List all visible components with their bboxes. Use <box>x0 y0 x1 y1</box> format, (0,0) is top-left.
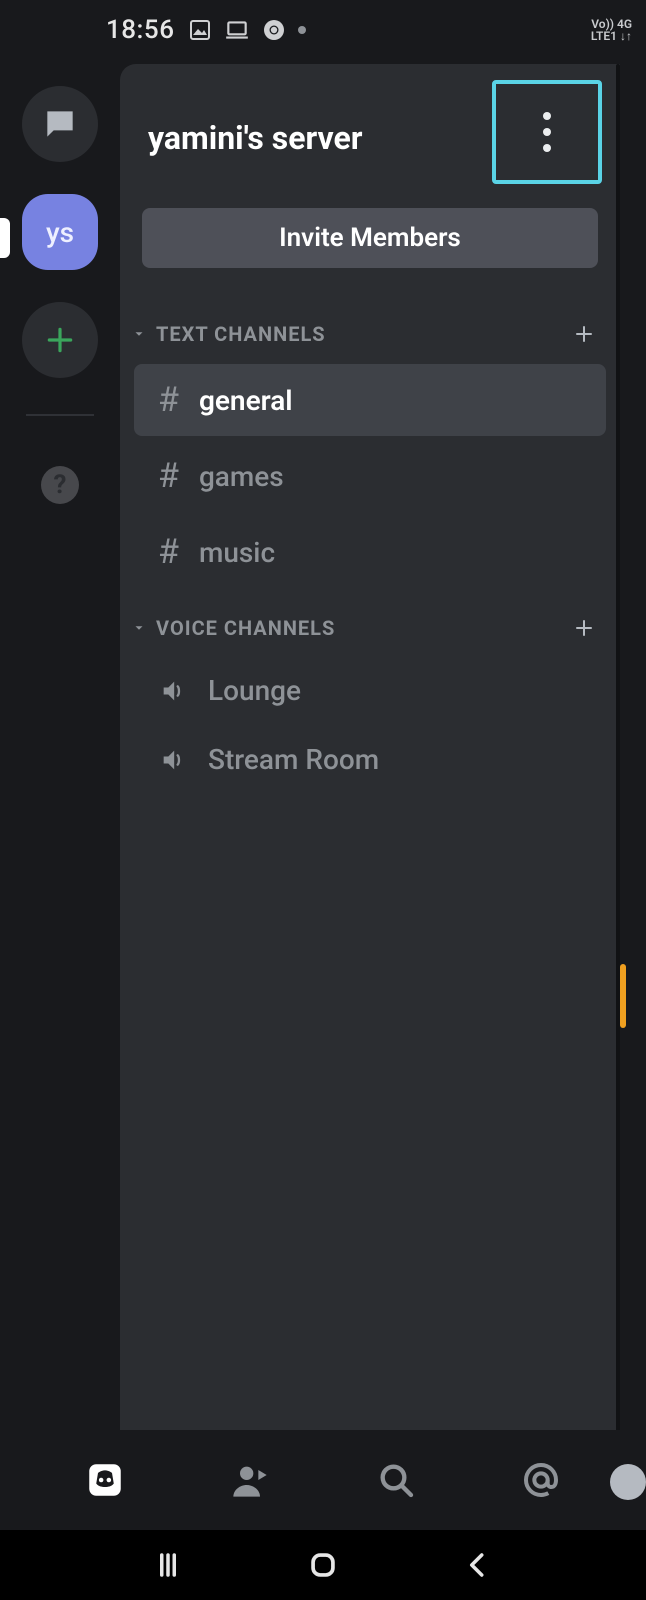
add-text-channel-button[interactable] <box>572 322 596 346</box>
image-icon <box>188 18 212 42</box>
hash-icon: # <box>158 380 179 420</box>
channel-label: music <box>199 536 275 569</box>
tab-mentions[interactable] <box>517 1456 565 1504</box>
kebab-icon <box>543 112 551 152</box>
tab-home[interactable] <box>81 1456 129 1504</box>
server-column: ys ? <box>0 60 120 1430</box>
nav-home-button[interactable] <box>301 1543 345 1587</box>
text-channel-general[interactable]: # general <box>134 364 606 436</box>
server-title: yamini's server <box>148 119 362 157</box>
question-icon: ? <box>54 470 67 500</box>
friends-icon <box>230 1460 270 1500</box>
invite-members-button[interactable]: Invite Members <box>142 208 598 268</box>
text-channels-header-left: TEXT CHANNELS <box>130 322 326 346</box>
channel-label: games <box>199 460 284 493</box>
text-channel-music[interactable]: # music <box>134 516 606 588</box>
nav-recent-button[interactable] <box>146 1543 190 1587</box>
android-status-bar: 18:56 Vo)) 4G LTE1 ↓↑ <box>0 0 646 60</box>
nav-back-button[interactable] <box>456 1543 500 1587</box>
voice-channels-label: VOICE CHANNELS <box>156 616 335 640</box>
chrome-icon <box>262 18 286 42</box>
tab-profile[interactable] <box>610 1464 646 1500</box>
hash-icon: # <box>158 532 179 572</box>
chevron-down-icon <box>130 619 148 637</box>
home-icon <box>306 1548 340 1582</box>
voice-channels-header-left: VOICE CHANNELS <box>130 616 335 640</box>
channel-label: Lounge <box>208 674 301 707</box>
server-selected-indicator <box>0 218 10 258</box>
status-network-bottom: LTE1 ↓↑ <box>591 30 632 42</box>
tab-friends[interactable] <box>226 1456 274 1504</box>
status-left-cluster: 18:56 <box>106 15 306 45</box>
server-menu-button[interactable] <box>492 80 602 184</box>
speaker-icon <box>158 745 188 775</box>
direct-messages-button[interactable] <box>22 86 98 162</box>
hash-icon: # <box>158 456 179 496</box>
voice-channel-lounge[interactable]: Lounge <box>134 658 606 723</box>
server-header: yamini's server <box>120 64 620 204</box>
at-icon <box>521 1460 561 1500</box>
status-time: 18:56 <box>106 15 174 45</box>
recent-icon <box>153 1550 183 1580</box>
discord-logo-icon <box>84 1459 126 1501</box>
chevron-down-icon <box>130 325 148 343</box>
panel-right-shadow <box>616 64 620 1434</box>
mention-indicator <box>620 964 626 1028</box>
add-voice-channel-button[interactable] <box>572 616 596 640</box>
text-channels-label: TEXT CHANNELS <box>156 322 326 346</box>
invite-members-label: Invite Members <box>279 223 461 253</box>
laptop-icon <box>224 17 250 43</box>
speaker-icon <box>158 676 188 706</box>
text-channels-header[interactable]: TEXT CHANNELS <box>120 298 620 360</box>
help-button[interactable]: ? <box>41 466 79 504</box>
search-icon <box>376 1460 416 1500</box>
server-initials: ys <box>46 216 74 249</box>
server-avatar-button[interactable]: ys <box>22 194 98 270</box>
tab-search[interactable] <box>372 1456 420 1504</box>
channel-label: general <box>199 384 293 417</box>
status-notification-icons <box>188 17 306 43</box>
voice-channel-stream-room[interactable]: Stream Room <box>134 727 606 792</box>
voice-channels-header[interactable]: VOICE CHANNELS <box>120 592 620 654</box>
android-nav-bar <box>0 1530 646 1600</box>
status-network-cluster: Vo)) 4G LTE1 ↓↑ <box>591 18 632 42</box>
text-channel-games[interactable]: # games <box>134 440 606 512</box>
dot-icon <box>298 26 306 34</box>
discord-app: ys ? yamini's server Invite Members <box>0 60 646 1430</box>
add-server-button[interactable] <box>22 302 98 378</box>
channel-panel: yamini's server Invite Members TEXT CHAN… <box>120 64 620 1430</box>
chat-icon <box>41 105 79 143</box>
channel-label: Stream Room <box>208 743 379 776</box>
plus-icon <box>44 324 76 356</box>
back-icon <box>463 1550 493 1580</box>
bottom-tab-bar <box>0 1430 646 1530</box>
server-column-divider <box>26 414 94 416</box>
